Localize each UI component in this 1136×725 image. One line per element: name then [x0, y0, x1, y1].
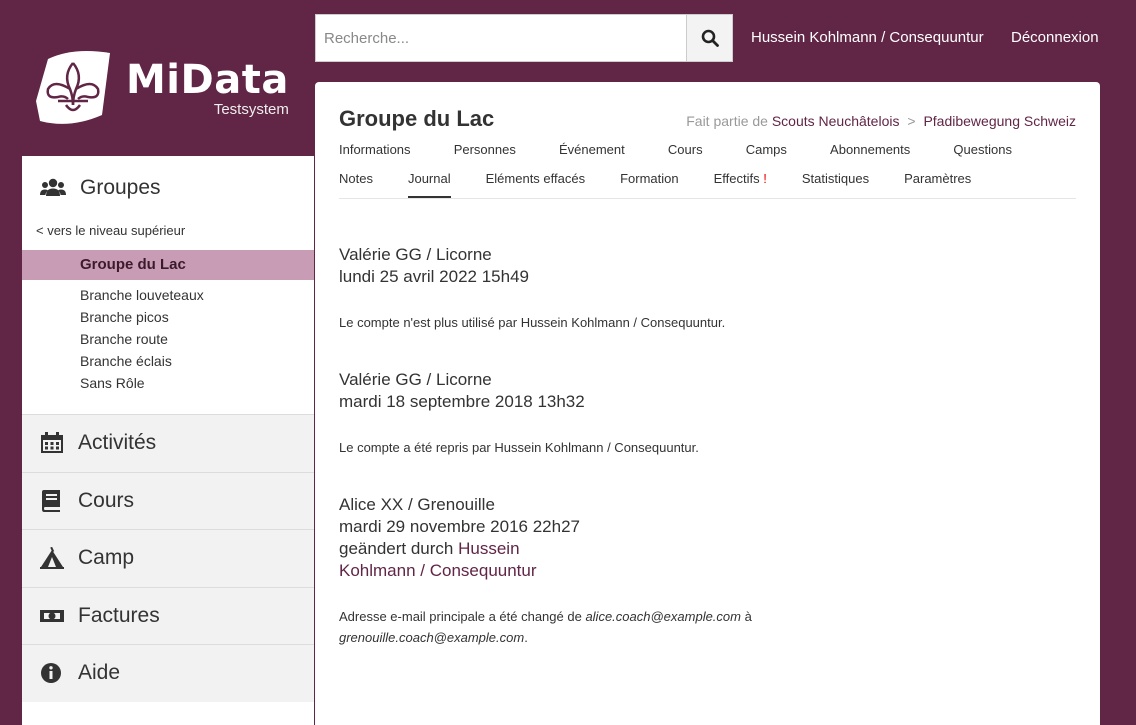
- subnav-item[interactable]: Branche louveteaux: [22, 284, 314, 306]
- app-logo[interactable]: MiData Testsystem: [30, 38, 290, 138]
- warning-mark: !: [763, 171, 767, 186]
- nav-courses[interactable]: Cours: [22, 471, 314, 529]
- sidebar: Groupes < vers le niveau supérieur Group…: [22, 156, 314, 725]
- nav-courses-label: Cours: [78, 488, 135, 512]
- tab-people[interactable]: Personnes: [454, 140, 516, 169]
- search-box: [315, 14, 733, 62]
- entry-author: Valérie GG / Licorne: [339, 370, 492, 389]
- nav-activities-label: Activités: [78, 431, 157, 455]
- subnav-active-group[interactable]: Groupe du Lac: [22, 250, 314, 280]
- entry-author: Valérie GG / Licorne: [339, 245, 492, 264]
- breadcrumb-separator: >: [907, 113, 916, 129]
- nav-groups-label: Groupes: [80, 176, 161, 199]
- tab-headcount-label: Effectifs: [713, 171, 760, 186]
- tab-notes[interactable]: Notes: [339, 169, 373, 198]
- tab-questions[interactable]: Questions: [953, 140, 1012, 169]
- tab-statistics[interactable]: Statistiques: [802, 169, 869, 198]
- entry-date: lundi 25 avril 2022 15h49: [339, 267, 529, 286]
- breadcrumb: Fait partie de Scouts Neuchâtelois > Pfa…: [686, 113, 1076, 129]
- changed-by-link-cont[interactable]: Kohlmann / Consequuntur: [339, 561, 537, 580]
- nav-help[interactable]: Aide: [22, 644, 314, 702]
- subnav-item[interactable]: Branche route: [22, 328, 314, 350]
- breadcrumb-prefix: Fait partie de: [686, 113, 768, 129]
- main-content: Groupe du Lac Fait partie de Scouts Neuc…: [315, 82, 1100, 725]
- subnav-item[interactable]: Branche picos: [22, 306, 314, 328]
- old-value: alice.coach@example.com: [585, 609, 741, 624]
- search-icon: [701, 29, 719, 47]
- breadcrumb-link-parent[interactable]: Scouts Neuchâtelois: [772, 113, 900, 129]
- tab-camps[interactable]: Camps: [746, 140, 787, 169]
- entry-message: Adresse e-mail principale a été changé d…: [339, 606, 1076, 648]
- current-user-link[interactable]: Hussein Kohlmann / Consequuntur: [751, 29, 984, 46]
- logout-link[interactable]: Déconnexion: [1011, 29, 1099, 46]
- breadcrumb-link-root[interactable]: Pfadibewegung Schweiz: [923, 113, 1076, 129]
- new-value: grenouille.coach@example.com: [339, 630, 525, 645]
- entry-date: mardi 29 novembre 2016 22h27: [339, 517, 580, 536]
- subnav-item[interactable]: Branche éclais: [22, 350, 314, 372]
- journal-entries: Valérie GG / Licorne lundi 25 avril 2022…: [339, 244, 1076, 648]
- users-icon: [40, 178, 66, 196]
- tab-training[interactable]: Formation: [620, 169, 679, 198]
- nav-groups[interactable]: Groupes: [22, 156, 314, 220]
- nav-invoices[interactable]: Factures: [22, 586, 314, 644]
- message-connector: à: [744, 609, 752, 624]
- tab-subscriptions[interactable]: Abonnements: [830, 140, 910, 169]
- journal-entry: Valérie GG / Licorne lundi 25 avril 2022…: [339, 244, 1076, 333]
- info-circle-icon: [41, 663, 61, 684]
- group-subnav: Groupe du Lac Branche louveteaux Branche…: [22, 250, 314, 414]
- entry-changed-by: geändert durch Hussein Kohlmann / Conseq…: [339, 538, 1076, 582]
- tent-icon: [40, 547, 64, 570]
- search-button[interactable]: [686, 15, 732, 61]
- journal-entry: Alice XX / Grenouille mardi 29 novembre …: [339, 494, 1076, 648]
- changed-by-link[interactable]: Hussein: [458, 539, 519, 558]
- entry-message: Le compte a été repris par Hussein Kohlm…: [339, 440, 699, 455]
- tab-settings[interactable]: Paramètres: [904, 169, 971, 198]
- page-title: Groupe du Lac: [339, 106, 495, 131]
- journal-entry: Valérie GG / Licorne mardi 18 septembre …: [339, 369, 1076, 458]
- calendar-icon: [41, 432, 63, 454]
- entry-message: Le compte n'est plus utilisé par Hussein…: [339, 315, 726, 330]
- book-icon: [42, 489, 60, 512]
- tabs-row-2: Notes Journal Eléments effacés Formation…: [339, 169, 1076, 199]
- nav-camp[interactable]: Camp: [22, 529, 314, 587]
- entry-author: Alice XX / Grenouille: [339, 495, 495, 514]
- parent-level-link[interactable]: < vers le niveau supérieur: [22, 220, 314, 242]
- subnav-item[interactable]: Sans Rôle: [22, 372, 314, 394]
- app-subtitle: Testsystem: [213, 100, 289, 118]
- search-input[interactable]: [316, 15, 686, 61]
- tab-events[interactable]: Événement: [559, 140, 625, 169]
- nav-help-label: Aide: [78, 661, 121, 685]
- money-bill-icon: [40, 609, 64, 622]
- fleur-de-lis-logo-icon: [36, 51, 110, 124]
- nav-invoices-label: Factures: [78, 603, 160, 627]
- nav-camp-label: Camp: [78, 546, 135, 570]
- message-prefix: Adresse e-mail principale a été changé d…: [339, 609, 582, 624]
- tab-courses[interactable]: Cours: [668, 140, 703, 169]
- changed-by-prefix: geändert durch: [339, 539, 454, 558]
- entry-date: mardi 18 septembre 2018 13h32: [339, 392, 585, 411]
- tab-headcount[interactable]: Effectifs !: [714, 169, 767, 198]
- tab-informations[interactable]: Informations: [339, 140, 411, 169]
- nav-activities[interactable]: Activités: [22, 414, 314, 472]
- message-suffix: .: [524, 630, 528, 645]
- tab-journal[interactable]: Journal: [407, 169, 451, 198]
- tabs-row-1: Informations Personnes Événement Cours C…: [339, 140, 1076, 169]
- tab-deleted-items[interactable]: Eléments effacés: [486, 169, 585, 198]
- app-name: MiData: [126, 56, 289, 103]
